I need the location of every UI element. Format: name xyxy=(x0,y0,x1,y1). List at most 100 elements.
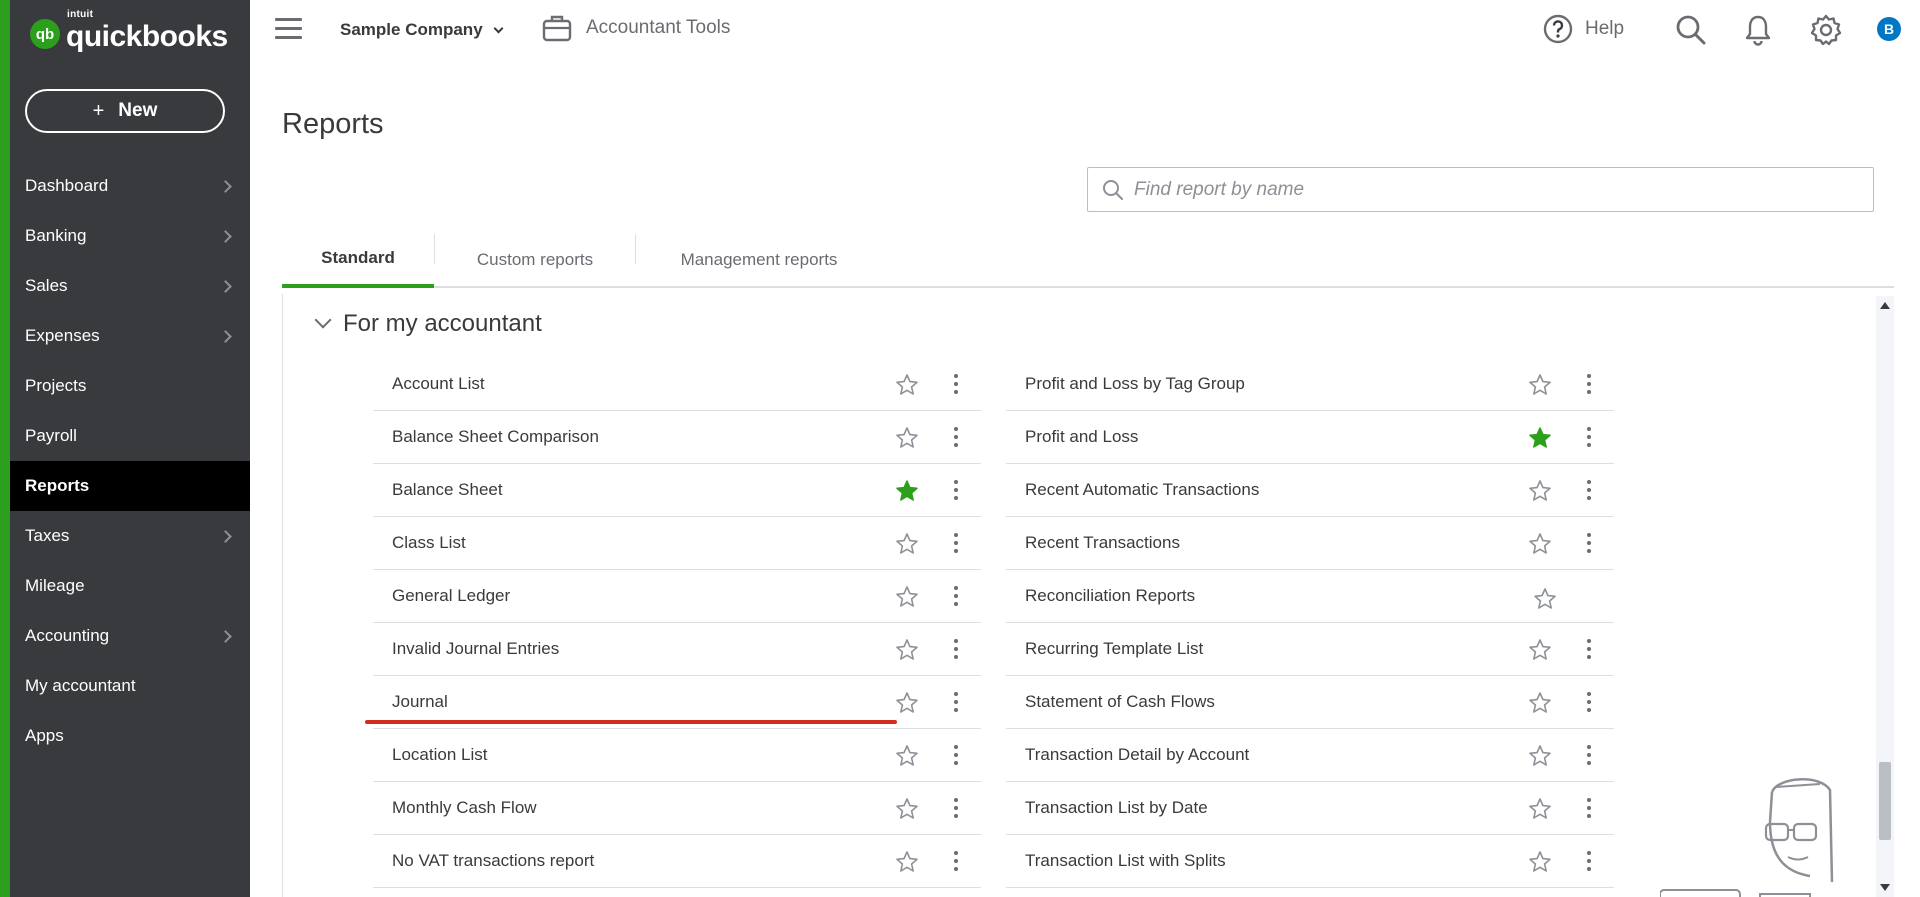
star-outline-icon[interactable] xyxy=(895,532,919,556)
report-section-panel: For my accountant Account List Balance Sh… xyxy=(282,294,1894,897)
report-search-input[interactable] xyxy=(1134,178,1834,201)
report-link[interactable]: Profit and Loss xyxy=(1025,427,1614,447)
scroll-thumb[interactable] xyxy=(1879,762,1891,840)
report-link[interactable]: Recent Automatic Transactions xyxy=(1025,480,1614,500)
more-options-icon[interactable] xyxy=(1587,745,1591,765)
search-icon xyxy=(1103,179,1123,200)
star-filled-icon[interactable] xyxy=(895,479,919,503)
chevron-right-icon xyxy=(219,279,232,293)
sidebar-item-projects[interactable]: Projects xyxy=(10,361,250,411)
star-outline-icon[interactable] xyxy=(1528,691,1552,715)
more-options-icon[interactable] xyxy=(954,586,958,606)
accountant-tools-button[interactable]: Accountant Tools xyxy=(542,14,730,42)
menu-icon[interactable] xyxy=(275,18,302,39)
scroll-down-arrow[interactable] xyxy=(1880,884,1890,891)
scroll-up-arrow[interactable] xyxy=(1880,302,1890,309)
report-link[interactable]: Balance Sheet Comparison xyxy=(392,427,981,447)
tab-custom-reports[interactable]: Custom reports xyxy=(435,232,635,288)
chevron-right-icon xyxy=(219,229,232,243)
star-outline-icon[interactable] xyxy=(1528,532,1552,556)
report-search[interactable] xyxy=(1087,167,1874,212)
star-outline-icon[interactable] xyxy=(895,744,919,768)
sidebar-item-mileage[interactable]: Mileage xyxy=(10,561,250,611)
sidebar-item-dashboard[interactable]: Dashboard xyxy=(10,161,250,211)
search-icon[interactable] xyxy=(1675,14,1707,46)
more-options-icon[interactable] xyxy=(954,480,958,500)
star-outline-icon[interactable] xyxy=(895,638,919,662)
more-options-icon[interactable] xyxy=(954,692,958,712)
report-link[interactable]: Monthly Cash Flow xyxy=(392,798,981,818)
report-link[interactable]: Class List xyxy=(392,533,981,553)
report-link[interactable]: Profit and Loss by Tag Group xyxy=(1025,374,1614,394)
report-link[interactable]: Transaction List by Date xyxy=(1025,798,1614,818)
bell-icon[interactable] xyxy=(1744,14,1772,46)
more-options-icon[interactable] xyxy=(954,374,958,394)
report-row: Transaction List with Splits xyxy=(1006,835,1614,888)
new-button[interactable]: + New xyxy=(25,89,225,133)
report-link[interactable]: Invalid Journal Entries xyxy=(392,639,981,659)
sidebar-item-payroll[interactable]: Payroll xyxy=(10,411,250,461)
more-options-icon[interactable] xyxy=(954,798,958,818)
company-name: Sample Company xyxy=(340,20,483,39)
star-outline-icon[interactable] xyxy=(1528,850,1552,874)
sidebar-item-banking[interactable]: Banking xyxy=(10,211,250,261)
sidebar-item-sales[interactable]: Sales xyxy=(10,261,250,311)
help-button[interactable]: Help xyxy=(1543,14,1624,44)
report-link[interactable]: General Ledger xyxy=(392,586,981,606)
more-options-icon[interactable] xyxy=(1587,639,1591,659)
report-link[interactable]: Recurring Template List xyxy=(1025,639,1614,659)
star-outline-icon[interactable] xyxy=(1528,479,1552,503)
star-outline-icon[interactable] xyxy=(895,797,919,821)
star-outline-icon[interactable] xyxy=(1528,373,1552,397)
star-outline-icon[interactable] xyxy=(895,373,919,397)
report-link[interactable]: Location List xyxy=(392,745,981,765)
gear-icon[interactable] xyxy=(1810,14,1842,46)
more-options-icon[interactable] xyxy=(1587,427,1591,447)
more-options-icon[interactable] xyxy=(954,533,958,553)
more-options-icon[interactable] xyxy=(954,639,958,659)
assistant-avatar-icon[interactable] xyxy=(1660,772,1860,897)
more-options-icon[interactable] xyxy=(954,427,958,447)
report-row: Monthly Cash Flow xyxy=(373,782,981,835)
more-options-icon[interactable] xyxy=(1587,533,1591,553)
company-selector[interactable]: Sample Company xyxy=(340,20,504,40)
report-link[interactable]: Reconciliation Reports xyxy=(1025,586,1614,606)
star-outline-icon[interactable] xyxy=(895,585,919,609)
report-link[interactable]: Account List xyxy=(392,374,981,394)
report-link[interactable]: Journal xyxy=(392,692,981,712)
sidebar-item-apps[interactable]: Apps xyxy=(10,711,250,761)
sidebar-item-expenses[interactable]: Expenses xyxy=(10,311,250,361)
more-options-icon[interactable] xyxy=(1587,798,1591,818)
quickbooks-logo[interactable]: qb intuit quickbooks xyxy=(30,9,228,54)
more-options-icon[interactable] xyxy=(1587,851,1591,871)
more-options-icon[interactable] xyxy=(954,851,958,871)
tab-management-reports[interactable]: Management reports xyxy=(636,232,882,288)
sidebar-item-reports[interactable]: Reports xyxy=(10,461,250,511)
help-circle-icon xyxy=(1543,14,1573,44)
sidebar-item-accounting[interactable]: Accounting xyxy=(10,611,250,661)
star-outline-icon[interactable] xyxy=(895,426,919,450)
tab-standard[interactable]: Standard xyxy=(282,232,434,288)
report-link[interactable]: No VAT transactions report xyxy=(392,851,981,871)
star-filled-icon[interactable] xyxy=(1528,426,1552,450)
more-options-icon[interactable] xyxy=(1587,692,1591,712)
section-header[interactable]: For my accountant xyxy=(314,310,542,338)
star-outline-icon[interactable] xyxy=(895,691,919,715)
report-link[interactable]: Balance Sheet xyxy=(392,480,981,500)
more-options-icon[interactable] xyxy=(954,745,958,765)
star-outline-icon[interactable] xyxy=(895,850,919,874)
report-link[interactable]: Recent Transactions xyxy=(1025,533,1614,553)
report-link[interactable]: Statement of Cash Flows xyxy=(1025,692,1614,712)
star-outline-icon[interactable] xyxy=(1528,744,1552,768)
user-avatar[interactable]: B xyxy=(1877,17,1901,41)
star-outline-icon[interactable] xyxy=(1528,797,1552,821)
sidebar-item-my-accountant[interactable]: My accountant xyxy=(10,661,250,711)
report-link[interactable]: Transaction List with Splits xyxy=(1025,851,1614,871)
star-outline-icon[interactable] xyxy=(1528,638,1552,662)
report-link[interactable]: Transaction Detail by Account xyxy=(1025,745,1614,765)
sidebar-item-taxes[interactable]: Taxes xyxy=(10,511,250,561)
scrollbar[interactable] xyxy=(1876,296,1894,897)
more-options-icon[interactable] xyxy=(1587,480,1591,500)
more-options-icon[interactable] xyxy=(1587,374,1591,394)
star-outline-icon[interactable] xyxy=(1533,587,1557,611)
